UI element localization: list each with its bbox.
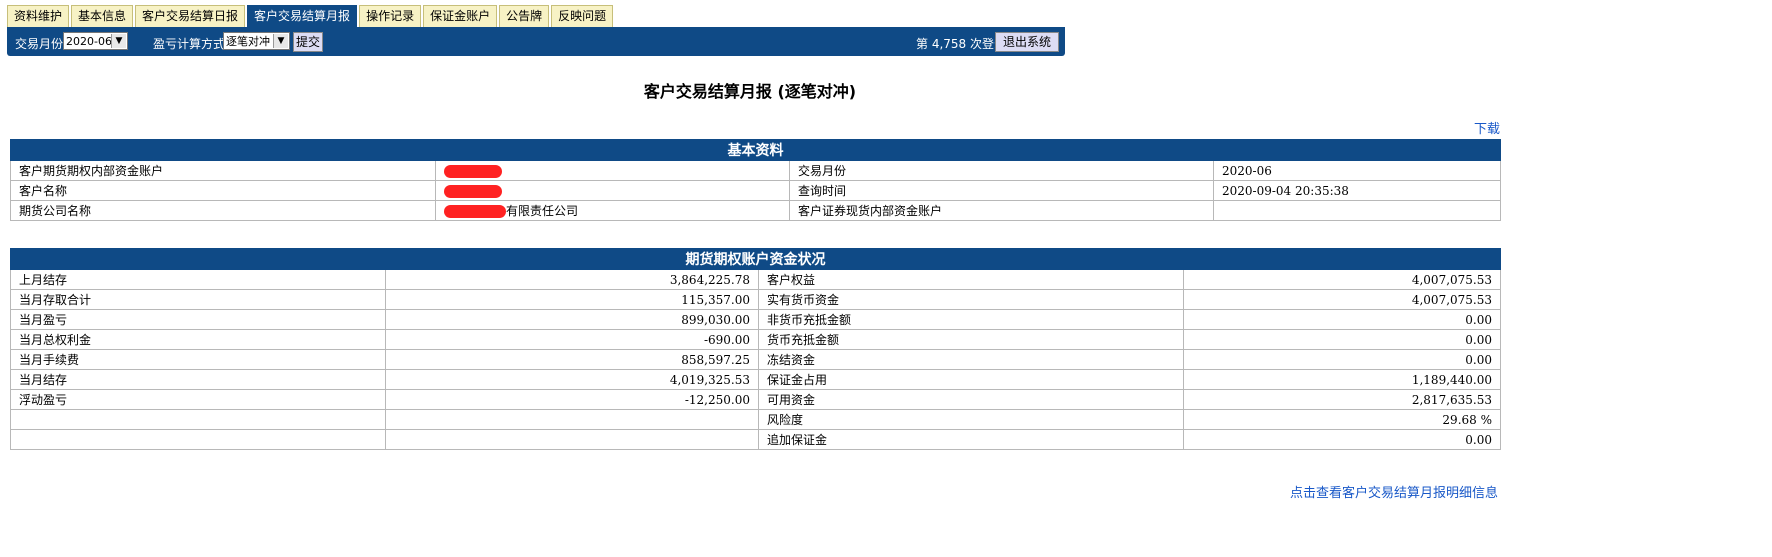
funds-header: 期货期权账户资金状况 (10, 248, 1501, 270)
tab-margin-account[interactable]: 保证金账户 (423, 5, 498, 27)
table-row: 浮动盈亏 -12,250.00 可用资金 2,817,635.53 (10, 389, 1501, 410)
fund-value: -690.00 (385, 329, 759, 350)
fund-label: 可用资金 (758, 389, 1184, 410)
fund-value: 0.00 (1183, 349, 1501, 370)
fund-label: 客户权益 (758, 269, 1184, 290)
fund-value: -12,250.00 (385, 389, 759, 410)
fund-label: 浮动盈亏 (10, 389, 386, 410)
table-row: 客户名称 查询时间 2020-09-04 20:35:38 (10, 180, 1501, 201)
label-client-name: 客户名称 (10, 180, 436, 201)
table-row: 客户期货期权内部资金账户 交易月份 2020-06 (10, 160, 1501, 181)
tab-monthly-report[interactable]: 客户交易结算月报 (247, 5, 358, 27)
fund-label: 追加保证金 (758, 429, 1184, 450)
funds-table: 期货期权账户资金状况 上月结存 3,864,225.78 客户权益 4,007,075… (10, 248, 1501, 450)
fund-value: 0.00 (1183, 309, 1501, 330)
tab-daily-report[interactable]: 客户交易结算日报 (135, 5, 246, 27)
basic-info-header: 基本资料 (10, 139, 1501, 161)
table-row: 风险度 29.68 % (10, 409, 1501, 430)
method-select[interactable]: 逐笔对冲 ▼ (223, 32, 290, 50)
page-title: 客户交易结算月报 (逐笔对冲) (643, 82, 857, 101)
client-name-value (435, 180, 790, 201)
fund-value: 115,357.00 (385, 289, 759, 310)
fund-label: 实有货币资金 (758, 289, 1184, 310)
month-select[interactable]: 2020-06 ▼ (63, 32, 128, 50)
label-company-name: 期货公司名称 (10, 200, 436, 221)
label-trade-month: 交易月份 (789, 160, 1214, 181)
trade-month-value: 2020-06 (1213, 160, 1501, 181)
redaction-mark (444, 164, 502, 178)
internal-account-value (435, 160, 790, 181)
table-row: 当月盈亏 899,030.00 非货币充抵金额 0.00 (10, 309, 1501, 330)
tab-bar: 资料维护 基本信息 客户交易结算日报 客户交易结算月报 操作记录 保证金账户 公… (7, 5, 614, 27)
label-internal-account: 客户期货期权内部资金账户 (10, 160, 436, 181)
table-row: 当月存取合计 115,357.00 实有货币资金 4,007,075.53 (10, 289, 1501, 310)
tab-basic-info[interactable]: 基本信息 (71, 5, 134, 27)
tab-operation-log[interactable]: 操作记录 (359, 5, 422, 27)
tab-data-maintenance[interactable]: 资料维护 (7, 5, 70, 27)
chevron-down-icon: ▼ (273, 34, 288, 48)
fund-label: 当月总权利金 (10, 329, 386, 350)
company-name-value: 有限责任公司 (435, 200, 790, 221)
fund-label (10, 429, 386, 450)
fund-value: 1,189,440.00 (1183, 369, 1501, 390)
fund-value: 2,817,635.53 (1183, 389, 1501, 410)
fund-label: 当月存取合计 (10, 289, 386, 310)
fund-label: 保证金占用 (758, 369, 1184, 390)
fund-value: 858,597.25 (385, 349, 759, 370)
fund-label: 当月盈亏 (10, 309, 386, 330)
table-row: 当月手续费 858,597.25 冻结资金 0.00 (10, 349, 1501, 370)
method-select-value: 逐笔对冲 (226, 35, 270, 48)
fund-value: 0.00 (1183, 329, 1501, 350)
securities-account-value (1213, 200, 1501, 221)
fund-label: 上月结存 (10, 269, 386, 290)
chevron-down-icon: ▼ (111, 34, 126, 48)
fund-label: 当月手续费 (10, 349, 386, 370)
basic-info-table: 基本资料 客户期货期权内部资金账户 交易月份 2020-06 客户名称 查询时间… (10, 139, 1501, 221)
fund-label: 非货币充抵金额 (758, 309, 1184, 330)
fund-label: 当月结存 (10, 369, 386, 390)
table-row: 追加保证金 0.00 (10, 429, 1501, 450)
fund-value: 4,019,325.53 (385, 369, 759, 390)
fund-value: 899,030.00 (385, 309, 759, 330)
query-time-value: 2020-09-04 20:35:38 (1213, 180, 1501, 201)
redaction-mark (444, 184, 502, 198)
fund-value: 29.68 % (1183, 409, 1501, 430)
month-select-value: 2020-06 (66, 34, 112, 48)
table-row: 当月总权利金 -690.00 货币充抵金额 0.00 (10, 329, 1501, 350)
fund-value: 4,007,075.53 (1183, 289, 1501, 310)
redaction-mark (444, 205, 506, 218)
download-link[interactable]: 下载 (1474, 118, 1500, 137)
tab-bulletin[interactable]: 公告牌 (499, 5, 550, 27)
fund-value: 3,864,225.78 (385, 269, 759, 290)
submit-button[interactable]: 提交 (293, 32, 323, 52)
fund-label (10, 409, 386, 430)
fund-label: 货币充抵金额 (758, 329, 1184, 350)
detail-link[interactable]: 点击查看客户交易结算月报明细信息 (1290, 482, 1498, 501)
table-row: 上月结存 3,864,225.78 客户权益 4,007,075.53 (10, 269, 1501, 290)
logout-button[interactable]: 退出系统 (995, 32, 1059, 52)
tab-feedback[interactable]: 反映问题 (551, 5, 614, 27)
fund-label: 冻结资金 (758, 349, 1184, 370)
label-securities-account: 客户证券现货内部资金账户 (789, 200, 1214, 221)
table-row: 当月结存 4,019,325.53 保证金占用 1,189,440.00 (10, 369, 1501, 390)
login-count: 第 4,758 次登录 (916, 37, 1006, 51)
fund-value (385, 409, 759, 430)
method-label: 盈亏计算方式 (153, 37, 226, 51)
toolbar: 交易月份 2020-06 ▼ 盈亏计算方式 逐笔对冲 ▼ 提交 第 4,758 … (7, 27, 1065, 56)
table-row: 期货公司名称 有限责任公司 客户证券现货内部资金账户 (10, 200, 1501, 221)
fund-label: 风险度 (758, 409, 1184, 430)
fund-value: 0.00 (1183, 429, 1501, 450)
fund-value (385, 429, 759, 450)
label-query-time: 查询时间 (789, 180, 1214, 201)
fund-value: 4,007,075.53 (1183, 269, 1501, 290)
month-label: 交易月份 (15, 37, 64, 51)
